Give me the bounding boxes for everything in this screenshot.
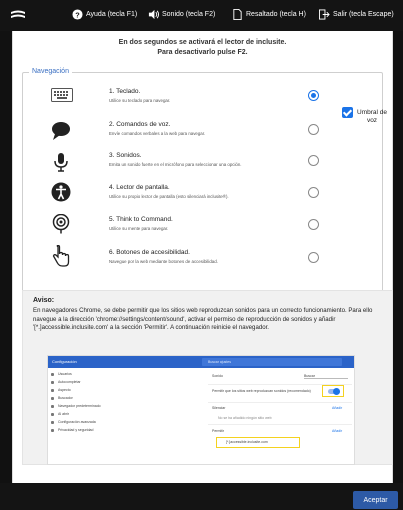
option-description: Utilice su mente para navegar.	[109, 226, 169, 231]
checkbox-checked-icon[interactable]	[342, 107, 353, 118]
help-button[interactable]: ? Ayuda (tecla F1)	[72, 9, 137, 20]
block-empty: No se ha añadido ningún sitio web	[218, 416, 272, 420]
notice-text: En navegadores Chrome, se debe permitir …	[33, 307, 373, 331]
option-description: Utilice su propio lector de pantalla (es…	[109, 194, 229, 199]
settings-nav-item: Navegador predeterminado	[50, 404, 190, 412]
radio-sounds[interactable]	[308, 155, 319, 166]
radio-accessibility-buttons[interactable]	[308, 252, 319, 263]
inclusite-logo-icon	[11, 10, 25, 18]
option-keyboard[interactable]: 1. Teclado. Utilice su teclado para nave…	[23, 88, 382, 118]
settings-nav-item: Aspecto	[50, 388, 190, 396]
block-add-button: Añadir	[332, 406, 343, 410]
option-voice-commands[interactable]: 2. Comandos de voz. Envíe comandos verba…	[23, 121, 382, 151]
highlight-button[interactable]: Resaltado (tecla H)	[232, 9, 306, 20]
settings-search: Buscar ajustes	[202, 358, 342, 366]
sound-label: Sonido (tecla F2)	[162, 11, 216, 18]
help-icon: ?	[72, 9, 83, 20]
option-think-to-command[interactable]: 5. Think to Command. Utilice su mente pa…	[23, 214, 382, 246]
top-toolbar: ? Ayuda (tecla F1) Sonido (tecla F2) Res…	[0, 0, 403, 31]
option-accessibility-buttons[interactable]: 6. Botones de accesibilidad. Navegue por…	[23, 245, 382, 279]
radio-keyboard[interactable]	[308, 90, 319, 101]
intro-line-2: Para desactivarlo pulse F2.	[157, 49, 248, 56]
settings-nav: Usuarios Autocompletar Aspecto Buscador …	[50, 372, 190, 436]
voice-threshold-label: Umbral de voz	[357, 109, 387, 124]
settings-nav-item: Configuración avanzada	[50, 420, 190, 428]
option-title: 4. Lector de pantalla.	[109, 184, 170, 191]
settings-nav-item: Autocompletar	[50, 380, 190, 388]
option-description: Navegue por la web mediante botones de a…	[109, 259, 218, 264]
option-title: 6. Botones de accesibilidad.	[109, 249, 190, 256]
footer-bar	[0, 483, 403, 510]
option-screen-reader[interactable]: 4. Lector de pantalla. Utilice su propio…	[23, 182, 382, 214]
settings-nav-item: Al abrir	[50, 412, 190, 420]
svg-text:?: ?	[75, 10, 80, 19]
option-title: 1. Teclado.	[109, 88, 141, 95]
block-heading: Silenciar	[212, 406, 226, 410]
settings-nav-item: Privacidad y seguridad	[50, 428, 190, 436]
sound-search: Buscar	[304, 374, 348, 379]
radio-voice-commands[interactable]	[308, 124, 319, 135]
sound-button[interactable]: Sonido (tecla F2)	[148, 9, 215, 20]
allowed-site: [*.]accessible.inclusite.com	[226, 440, 268, 444]
radio-think-to-command[interactable]	[308, 219, 319, 230]
accept-button[interactable]: Aceptar	[353, 491, 398, 509]
allow-add-button: Añadir	[332, 429, 343, 433]
notice-heading: Aviso:	[33, 297, 55, 304]
speaker-icon	[148, 9, 159, 20]
speech-bubble-icon	[52, 122, 70, 140]
allow-heading: Permitir	[212, 429, 225, 433]
keyboard-icon	[51, 88, 73, 102]
navigation-legend: Navegación	[29, 68, 72, 75]
chrome-settings-screenshot: Configuración Buscar ajustes Usuarios Au…	[47, 355, 355, 465]
option-description: Utilice su teclado para navegar.	[109, 98, 171, 103]
toggle-highlight	[322, 385, 344, 397]
intro-message: En dos segundos se activará el lector de…	[13, 38, 392, 58]
settings-nav-item: Buscador	[50, 396, 190, 404]
help-label: Ayuda (tecla F1)	[86, 11, 138, 18]
radio-screen-reader[interactable]	[308, 187, 319, 198]
allow-sound-label: Permitir que los sitios web reproduzcan …	[212, 389, 311, 393]
option-sounds[interactable]: 3. Sonidos. Emita un sonido fuerte en el…	[23, 152, 382, 182]
intro-line-1: En dos segundos se activará el lector de…	[118, 39, 287, 46]
settings-title: Configuración	[52, 359, 77, 364]
accessibility-icon	[51, 182, 71, 202]
option-description: Envíe comandos verbales a la web para na…	[109, 131, 206, 136]
navigation-fieldset: Navegación 1. Teclado. Utilice su teclad…	[22, 68, 387, 301]
chrome-sound-notice: Aviso: En navegadores Chrome, se debe pe…	[22, 290, 393, 465]
settings-header: Configuración Buscar ajustes	[48, 356, 354, 368]
option-title: 3. Sonidos.	[109, 152, 142, 159]
exit-label: Salir (tecla Escape)	[333, 11, 394, 18]
option-title: 2. Comandos de voz.	[109, 121, 171, 128]
sound-section-title: Sonido	[212, 374, 223, 378]
microphone-icon	[54, 153, 68, 172]
think-to-command-icon	[52, 214, 70, 234]
setup-dialog: En dos segundos se activará el lector de…	[12, 31, 393, 483]
option-description: Emita un sonido fuerte en el micrófono p…	[109, 162, 242, 167]
sound-settings-card: Sonido Buscar Permitir que los sitios we…	[208, 372, 352, 462]
settings-nav-item: Usuarios	[50, 372, 190, 380]
document-icon	[233, 9, 242, 20]
highlight-label: Resaltado (tecla H)	[246, 11, 306, 18]
hand-pointer-icon	[52, 245, 70, 267]
exit-button[interactable]: Salir (tecla Escape)	[319, 9, 394, 20]
option-title: 5. Think to Command.	[109, 216, 173, 223]
exit-icon	[319, 9, 330, 20]
